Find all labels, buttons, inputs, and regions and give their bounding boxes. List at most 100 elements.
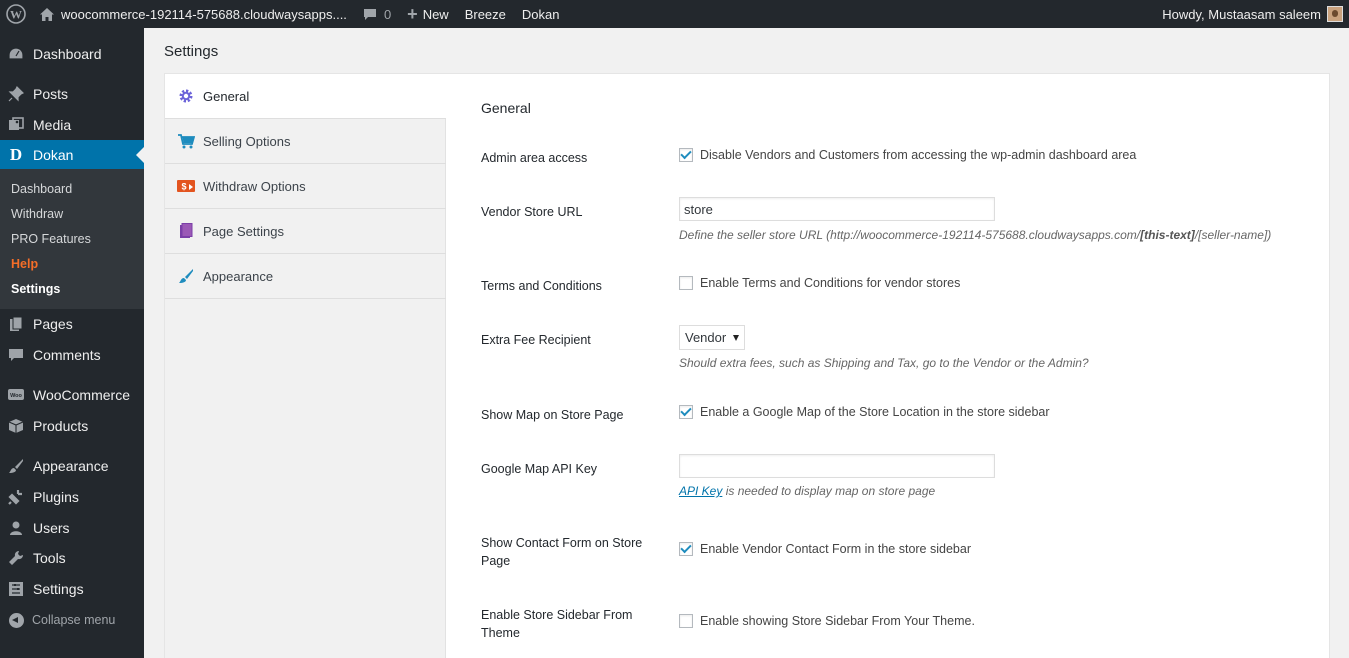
media-icon (7, 116, 25, 134)
show-map-label: Show Map on Store Page (481, 408, 624, 422)
menu-media-label: Media (33, 117, 72, 133)
admin-access-field: Disable Vendors and Customers from acces… (679, 148, 1136, 162)
submenu-help[interactable]: Help (11, 257, 38, 271)
admin-access-label: Admin area access (481, 151, 588, 165)
tab-general[interactable]: General (165, 74, 446, 119)
store-url-desc-suffix: /[seller-name]) (1194, 228, 1272, 242)
menu-plugins-label: Plugins (33, 489, 79, 505)
menu-tools-label: Tools (33, 550, 66, 566)
api-key-link[interactable]: API Key (679, 484, 722, 498)
menu-dokan-label: Dokan (33, 147, 74, 163)
products-box-icon (7, 417, 25, 435)
store-sidebar-label: Enable Store Sidebar From Theme (481, 608, 633, 640)
home-icon (40, 7, 54, 21)
map-api-description: API Key is needed to display map on stor… (679, 484, 935, 498)
menu-media[interactable]: Media (0, 110, 144, 140)
comments-link[interactable]: 0 (355, 0, 399, 28)
menu-dokan[interactable]: D Dokan (0, 140, 144, 170)
book-icon (177, 222, 195, 240)
extra-fee-description: Should extra fees, such as Shipping and … (679, 356, 1089, 370)
tab-appearance[interactable]: Appearance (165, 254, 446, 299)
admin-access-text: Disable Vendors and Customers from acces… (700, 148, 1137, 162)
tab-withdraw-options[interactable]: $ Withdraw Options (165, 164, 446, 209)
page-title: Settings (164, 43, 219, 60)
admin-menu: Dashboard Posts Media D Dokan Dashboard … (0, 28, 144, 658)
comments-count: 0 (383, 6, 392, 22)
collapse-arrow-icon (9, 612, 24, 628)
admin-access-checkbox[interactable] (679, 148, 693, 162)
menu-products[interactable]: Products (0, 411, 144, 441)
extra-fee-label: Extra Fee Recipient (481, 333, 591, 347)
map-api-input[interactable] (679, 454, 995, 478)
dashboard-icon (7, 45, 25, 63)
store-url-label: Vendor Store URL (481, 205, 583, 219)
menu-plugins[interactable]: Plugins (0, 482, 144, 512)
howdy-text: Howdy, Mustaasam saleem (1162, 6, 1321, 22)
site-name: woocommerce-192114-575688.cloudwaysapps.… (61, 6, 347, 22)
menu-tools[interactable]: Tools (0, 543, 144, 573)
general-settings-content: General Admin area access Disable Vendor… (447, 74, 1331, 658)
store-sidebar-checkbox[interactable] (679, 614, 693, 628)
submenu-pro-features[interactable]: PRO Features (11, 232, 91, 246)
menu-appearance[interactable]: Appearance (0, 451, 144, 481)
dokan-icon: D (9, 145, 23, 164)
collapse-menu-button[interactable]: Collapse menu (0, 610, 115, 630)
contact-form-label: Show Contact Form on Store Page (481, 536, 643, 568)
dokan-submenu: Dashboard Withdraw PRO Features Help Set… (0, 169, 144, 309)
tab-page-settings[interactable]: Page Settings (165, 209, 446, 254)
menu-users-label: Users (33, 520, 70, 536)
svg-text:$: $ (181, 181, 186, 191)
wordpress-logo-icon[interactable]: W (0, 0, 32, 28)
my-account-link[interactable]: Howdy, Mustaasam saleem (1154, 0, 1349, 28)
wrench-icon (7, 549, 25, 567)
breeze-link[interactable]: Breeze (457, 0, 514, 28)
menu-dashboard[interactable]: Dashboard (0, 39, 144, 69)
tab-page-settings-label: Page Settings (203, 223, 284, 239)
submenu-settings[interactable]: Settings (11, 282, 60, 296)
gear-icon (177, 87, 195, 105)
menu-users[interactable]: Users (0, 513, 144, 543)
extra-fee-select[interactable]: Vendor (679, 325, 745, 350)
menu-pages-label: Pages (33, 316, 73, 332)
dokan-link[interactable]: Dokan (514, 0, 568, 28)
plug-icon (7, 488, 25, 506)
submenu-dashboard[interactable]: Dashboard (11, 182, 72, 196)
contact-form-text: Enable Vendor Contact Form in the store … (700, 542, 971, 556)
contact-form-field: Enable Vendor Contact Form in the store … (679, 542, 971, 556)
menu-comments[interactable]: Comments (0, 340, 144, 370)
settings-panel: General Selling Options $ Withdraw Optio… (164, 73, 1330, 658)
show-map-checkbox[interactable] (679, 405, 693, 419)
new-content-link[interactable]: + New (399, 0, 457, 28)
comment-bubble-icon (363, 8, 376, 20)
svg-text:Woo: Woo (10, 393, 22, 399)
admin-bar: W woocommerce-192114-575688.cloudwaysapp… (0, 0, 1349, 28)
menu-posts[interactable]: Posts (0, 79, 144, 109)
plus-icon: + (407, 4, 418, 24)
menu-woocommerce[interactable]: Woo WooCommerce (0, 380, 144, 410)
cart-icon (177, 132, 195, 150)
site-name-link[interactable]: woocommerce-192114-575688.cloudwaysapps.… (32, 0, 355, 28)
terms-checkbox[interactable] (679, 276, 693, 290)
menu-appearance-label: Appearance (33, 458, 109, 474)
menu-settings-label: Settings (33, 581, 84, 597)
menu-settings[interactable]: Settings (0, 574, 144, 604)
menu-pages[interactable]: Pages (0, 309, 144, 339)
tab-general-label: General (203, 88, 250, 104)
tab-withdraw-options-label: Withdraw Options (203, 178, 306, 194)
menu-dashboard-label: Dashboard (33, 46, 102, 62)
menu-posts-label: Posts (33, 86, 69, 102)
terms-field: Enable Terms and Conditions for vendor s… (679, 276, 960, 290)
menu-comments-label: Comments (33, 347, 101, 363)
tab-selling-options[interactable]: Selling Options (165, 119, 446, 164)
settings-tabs: General Selling Options $ Withdraw Optio… (165, 74, 446, 658)
tab-selling-options-label: Selling Options (203, 133, 291, 149)
show-map-text: Enable a Google Map of the Store Locatio… (700, 405, 1050, 419)
dropdown-arrow-icon (733, 334, 739, 341)
svg-text:W: W (10, 8, 22, 22)
woocommerce-icon: Woo (7, 386, 25, 404)
paintbrush-icon (7, 457, 25, 475)
store-sidebar-field: Enable showing Store Sidebar From Your T… (679, 614, 975, 628)
store-url-input[interactable] (679, 197, 995, 221)
contact-form-checkbox[interactable] (679, 542, 693, 556)
submenu-withdraw[interactable]: Withdraw (11, 207, 63, 221)
